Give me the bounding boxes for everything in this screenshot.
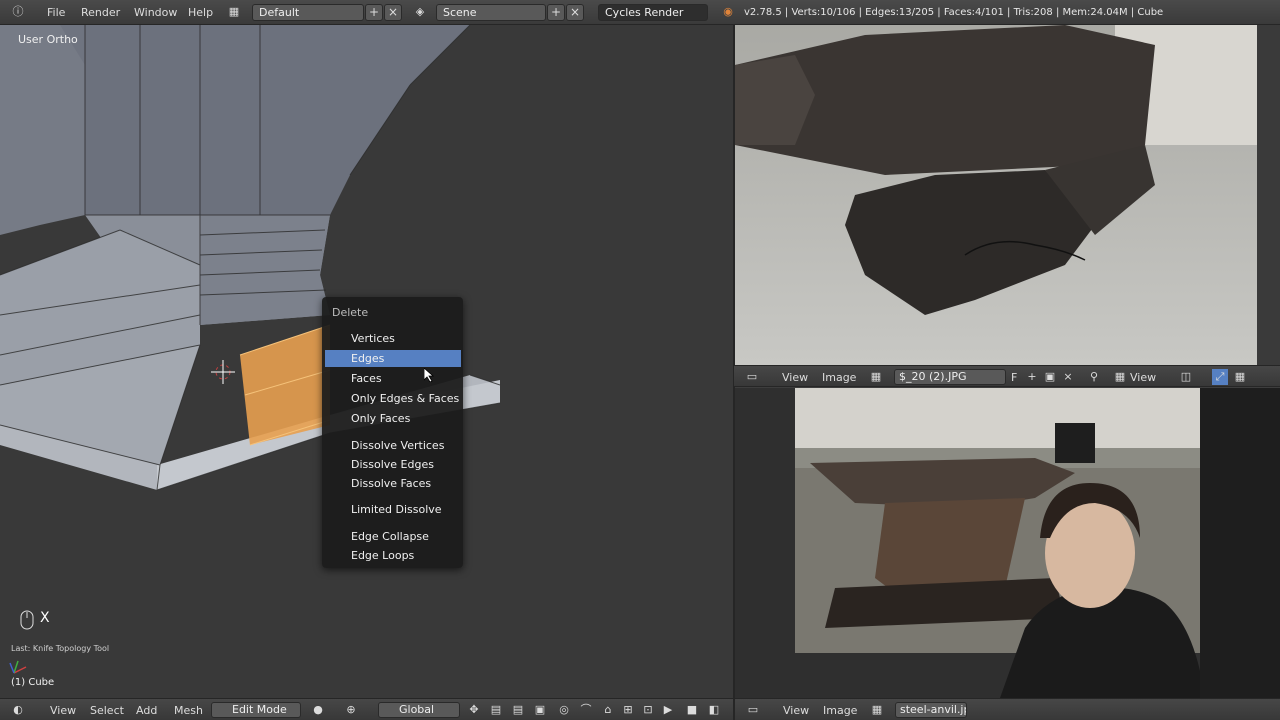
- mode-select[interactable]: Edit Mode: [211, 702, 301, 718]
- menu-file[interactable]: File: [47, 4, 65, 21]
- opengl-render-icon[interactable]: ■: [684, 702, 700, 718]
- 3d-viewport[interactable]: User Ortho X Last: Knife Topology Tool (…: [0, 25, 733, 698]
- image-editor-top[interactable]: [735, 25, 1257, 365]
- delete-menu-title: Delete: [332, 306, 369, 319]
- snap-icon[interactable]: ⌂: [600, 702, 616, 718]
- screen-layout-icon[interactable]: ▦: [226, 4, 242, 20]
- remove-scene-button[interactable]: ×: [566, 4, 584, 21]
- scene-field[interactable]: Scene: [436, 4, 546, 21]
- image-name-field-2[interactable]: steel-anvil.jpg: [895, 702, 967, 718]
- menu-item-vertices[interactable]: Vertices: [325, 330, 461, 347]
- image-editor-bottom[interactable]: [735, 388, 1280, 698]
- mouse-pointer-icon: [424, 368, 434, 382]
- viewport-shading-icon[interactable]: ●: [310, 702, 326, 718]
- image-name-field[interactable]: $_20 (2).JPG: [894, 369, 1006, 385]
- info-header: ⓘ File Render Window Help ▦ Default + × …: [0, 0, 1280, 25]
- menu-help[interactable]: Help: [188, 4, 213, 21]
- menu-item-edge-loops[interactable]: Edge Loops: [325, 547, 461, 564]
- proportional-edit-icon[interactable]: ◎: [556, 702, 572, 718]
- menu-select[interactable]: Select: [90, 703, 124, 718]
- image-editor-header: ▭ View Image ▦ $_20 (2).JPG F + ▣ × ⚲ ▦ …: [734, 365, 1280, 387]
- blender-logo-icon: ◉: [723, 5, 733, 18]
- pivot-point-icon[interactable]: ⊕: [343, 702, 359, 718]
- menu-view[interactable]: View: [50, 703, 76, 718]
- remove-screen-button[interactable]: ×: [384, 4, 402, 21]
- menu-image[interactable]: Image: [822, 370, 856, 385]
- pressed-key-indicator: X: [40, 610, 50, 626]
- active-object-label: (1) Cube: [11, 677, 55, 688]
- view-label: User Ortho: [18, 33, 78, 46]
- pin-icon[interactable]: ⚲: [1086, 369, 1102, 385]
- sync-selection-icon[interactable]: ⤢: [1212, 369, 1228, 385]
- anvil-photo-2: [795, 388, 1280, 698]
- browse-image-icon-2[interactable]: ▦: [869, 702, 885, 718]
- menu-item-only-edges-faces[interactable]: Only Edges & Faces: [325, 390, 461, 407]
- layers-icon-2[interactable]: ▤: [510, 702, 526, 718]
- add-scene-button[interactable]: +: [547, 4, 565, 21]
- fake-user-toggle[interactable]: F: [1011, 370, 1017, 385]
- camera-icon[interactable]: ◧: [706, 702, 722, 718]
- render-engine-select[interactable]: Cycles Render: [598, 4, 708, 21]
- view-mode-label[interactable]: View: [1130, 370, 1156, 385]
- browse-image-icon[interactable]: ▦: [868, 369, 884, 385]
- delete-menu: Delete Vertices Edges Faces Only Edges &…: [322, 297, 463, 568]
- manipulator-icon[interactable]: ✥: [466, 702, 482, 718]
- unlink-image-icon[interactable]: ×: [1060, 369, 1076, 385]
- open-image-icon[interactable]: ▣: [1042, 369, 1058, 385]
- image-editor-toolshelf[interactable]: [1257, 25, 1280, 365]
- last-operator-label: Last: Knife Topology Tool: [11, 644, 110, 653]
- scene-statistics: v2.78.5 | Verts:10/106 | Edges:13/205 | …: [744, 7, 1164, 18]
- menu-image-2[interactable]: Image: [823, 703, 857, 718]
- menu-view-image-2[interactable]: View: [783, 703, 809, 718]
- view-mode-icon[interactable]: ▦: [1112, 369, 1128, 385]
- editor-type-image-icon-2[interactable]: ▭: [745, 702, 761, 718]
- image-editor-bottom-header: ▭ View Image ▦ steel-anvil.jpg: [735, 698, 1280, 720]
- falloff-icon[interactable]: ⌒: [578, 702, 594, 718]
- menu-render[interactable]: Render: [81, 4, 120, 21]
- menu-window[interactable]: Window: [134, 4, 177, 21]
- screen-layout-field[interactable]: Default: [252, 4, 364, 21]
- menu-mesh[interactable]: Mesh: [174, 703, 203, 718]
- render-icon[interactable]: ▶: [660, 702, 676, 718]
- menu-item-dissolve-vertices[interactable]: Dissolve Vertices: [325, 437, 461, 454]
- display-channels-icon[interactable]: ◫: [1178, 369, 1194, 385]
- menu-item-edge-collapse[interactable]: Edge Collapse: [325, 528, 461, 545]
- snap-target-icon[interactable]: ⊡: [640, 702, 656, 718]
- add-screen-button[interactable]: +: [365, 4, 383, 21]
- menu-add[interactable]: Add: [136, 703, 157, 718]
- menu-item-limited-dissolve[interactable]: Limited Dissolve: [325, 501, 461, 518]
- transform-orientation-select[interactable]: Global: [378, 702, 460, 718]
- menu-item-dissolve-faces[interactable]: Dissolve Faces: [325, 475, 461, 492]
- menu-view-image[interactable]: View: [782, 370, 808, 385]
- editor-type-image-icon[interactable]: ▭: [744, 369, 760, 385]
- mouse-icon: [20, 610, 34, 630]
- viewport-header: ◐ View Select Add Mesh Edit Mode ● ⊕ Glo…: [0, 698, 733, 720]
- anvil-photo-1: [735, 25, 1257, 365]
- grid-icon[interactable]: ▦: [1232, 369, 1248, 385]
- scene-icon[interactable]: ◈: [412, 4, 428, 20]
- editor-type-3d-view-icon[interactable]: ◐: [10, 702, 26, 718]
- snap-element-icon[interactable]: ⊞: [620, 702, 636, 718]
- new-image-icon[interactable]: +: [1024, 369, 1040, 385]
- menu-item-edges[interactable]: Edges: [325, 350, 461, 367]
- 3d-cursor: [211, 360, 235, 384]
- info-editor-type-icon[interactable]: ⓘ: [10, 4, 26, 20]
- menu-item-dissolve-edges[interactable]: Dissolve Edges: [325, 456, 461, 473]
- menu-item-faces[interactable]: Faces: [325, 370, 461, 387]
- select-mode-icon[interactable]: ▣: [532, 702, 548, 718]
- menu-item-only-faces[interactable]: Only Faces: [325, 410, 461, 427]
- layers-icon[interactable]: ▤: [488, 702, 504, 718]
